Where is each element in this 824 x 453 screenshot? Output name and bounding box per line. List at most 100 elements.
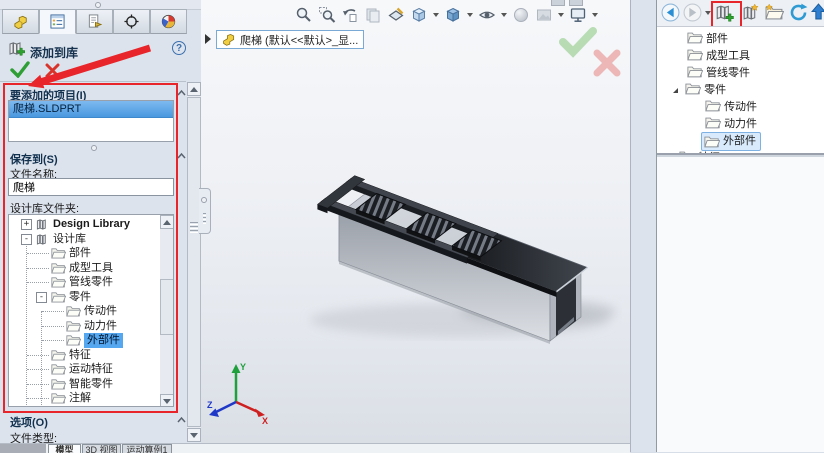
tree-label[interactable]: 传动件 xyxy=(724,101,757,113)
expander-icon[interactable]: - xyxy=(36,292,47,303)
dropdown-caret-icon[interactable] xyxy=(705,11,711,15)
edit-appearance-icon[interactable] xyxy=(512,6,530,24)
expanded-arrow-icon[interactable] xyxy=(673,88,678,93)
dropdown-caret-icon[interactable] xyxy=(467,13,473,17)
refresh-icon[interactable] xyxy=(789,3,808,25)
tree-row[interactable]: 注解 xyxy=(9,391,167,406)
previous-view-icon[interactable] xyxy=(341,6,359,24)
displaymanager-tab[interactable] xyxy=(150,9,187,34)
help-icon[interactable]: ? xyxy=(172,41,186,55)
flyout-expand-icon[interactable] xyxy=(205,34,211,44)
tree-label[interactable]: 部件 xyxy=(706,33,728,45)
tree-label[interactable]: 注解 xyxy=(69,391,91,406)
tree-label[interactable]: 智能零件 xyxy=(69,377,113,392)
dropdown-caret-icon[interactable] xyxy=(501,13,507,17)
window-close-button[interactable] xyxy=(569,0,583,6)
tree-row[interactable]: 成型工具 xyxy=(687,48,750,65)
configurationmanager-tab[interactable] xyxy=(76,9,113,34)
graphics-viewport[interactable]: 爬梯 (默认<<默认>_显... xyxy=(201,0,630,443)
configuration-icon xyxy=(87,14,102,29)
part-icon xyxy=(222,33,236,46)
add-to-library-button[interactable] xyxy=(715,3,735,26)
tree-label[interactable]: 成型工具 xyxy=(69,261,113,276)
dropdown-caret-icon[interactable] xyxy=(558,13,564,17)
featuremanager-tab[interactable] xyxy=(2,9,39,34)
tree-row[interactable]: - 零件 xyxy=(9,290,167,305)
forward-icon[interactable] xyxy=(683,3,702,25)
tree-row-selected[interactable]: 外部件 xyxy=(9,333,167,348)
folder-icon xyxy=(687,31,703,44)
tree-row[interactable]: 成型工具 xyxy=(9,261,167,276)
design-library-tree[interactable]: 部件 成型工具 管线零件 零件 传动件 动力件 外部件 xyxy=(657,29,824,154)
tree-row[interactable]: 运动特征 xyxy=(9,362,167,377)
view-settings-icon[interactable] xyxy=(569,6,587,24)
tree-row[interactable]: + Design Library xyxy=(9,217,167,232)
tree-row[interactable]: 管线零件 xyxy=(687,65,750,82)
tree-row[interactable]: 传动件 xyxy=(705,99,757,116)
tree-label[interactable]: 成型工具 xyxy=(706,50,750,62)
items-listbox[interactable]: 爬梯.SLDPRT xyxy=(8,100,174,142)
tree-label[interactable]: 设计库 xyxy=(53,232,86,247)
collapse-chevron-icon[interactable] xyxy=(177,89,185,97)
expander-icon[interactable]: - xyxy=(21,234,32,245)
propertymanager-tab[interactable] xyxy=(39,9,76,34)
tree-label[interactable]: 零件 xyxy=(704,84,726,96)
tree-label[interactable]: 零件 xyxy=(69,290,91,305)
tree-label[interactable]: Design Library xyxy=(53,217,130,232)
tree-row[interactable]: 动力件 xyxy=(705,116,757,133)
tree-row[interactable]: 特征 xyxy=(9,348,167,363)
tree-label[interactable]: 动力件 xyxy=(84,319,117,334)
tree-label[interactable]: 外部件 xyxy=(84,333,123,348)
back-icon[interactable] xyxy=(661,3,680,25)
collapse-chevron-icon[interactable] xyxy=(177,152,185,160)
tree-row[interactable]: 传动件 xyxy=(9,304,167,319)
tree-label[interactable]: 管线零件 xyxy=(69,275,113,290)
tree-row[interactable]: 零件 xyxy=(673,82,726,99)
add-file-location-icon[interactable] xyxy=(741,3,760,25)
dropdown-caret-icon[interactable] xyxy=(592,13,598,17)
pages-icon[interactable] xyxy=(364,6,382,24)
tree-row[interactable]: 管线零件 xyxy=(9,275,167,290)
tree-row[interactable]: 智能零件 xyxy=(9,377,167,392)
panel-scrollbar[interactable] xyxy=(187,82,201,442)
zoom-to-fit-icon[interactable] xyxy=(295,6,313,24)
window-restore-button[interactable] xyxy=(551,0,565,6)
model-3d-ladder-part[interactable] xyxy=(290,120,622,356)
view-orientation-icon[interactable] xyxy=(410,6,428,24)
section-view-icon[interactable] xyxy=(387,6,405,24)
tree-label[interactable]: 传动件 xyxy=(84,304,117,319)
folder-icon xyxy=(685,82,701,95)
tree-row[interactable]: 部件 xyxy=(687,31,728,48)
file-name-input[interactable] xyxy=(8,178,174,196)
move-up-icon[interactable] xyxy=(811,3,824,23)
display-style-icon[interactable] xyxy=(444,6,462,24)
tree-row-selected[interactable]: 外部件 xyxy=(701,132,761,149)
flyout-featuremanager[interactable]: 爬梯 (默认<<默认>_显... xyxy=(216,30,364,49)
create-new-folder-icon[interactable] xyxy=(765,4,784,23)
zoom-to-area-icon[interactable] xyxy=(318,6,336,24)
tree-label[interactable]: 外部件 xyxy=(723,133,756,150)
collapse-chevron-icon[interactable] xyxy=(177,416,185,424)
expander-icon[interactable]: + xyxy=(21,219,32,230)
tree-label[interactable]: 动力件 xyxy=(724,118,757,130)
tree-label[interactable]: 管线零件 xyxy=(706,67,750,79)
apply-scene-icon[interactable] xyxy=(535,6,553,24)
options-group-header[interactable]: 选项(O) xyxy=(10,414,48,430)
tree-row[interactable]: 部件 xyxy=(9,246,167,261)
dimxpert-tab[interactable] xyxy=(113,9,150,34)
tree-scrollbar[interactable] xyxy=(160,215,174,407)
tree-label[interactable]: 部件 xyxy=(69,246,91,261)
group-splitter-dot[interactable] xyxy=(91,145,97,151)
library-folder-tree[interactable]: + Design Library - 设计库 部件 成型工具 管线零件 - 零 xyxy=(8,214,174,407)
splitter-dot xyxy=(95,2,101,8)
tree-label[interactable]: 特征 xyxy=(69,348,91,363)
tree-row[interactable]: - 设计库 xyxy=(9,232,167,247)
tree-label[interactable]: 运动特征 xyxy=(69,362,113,377)
save-group-header[interactable]: 保存到(S) xyxy=(10,151,58,167)
tree-row[interactable]: 动力件 xyxy=(9,319,167,334)
panel-splitter-handle[interactable] xyxy=(199,188,211,234)
ghost-x-icon[interactable] xyxy=(592,48,622,78)
list-item-selected[interactable]: 爬梯.SLDPRT xyxy=(9,101,173,118)
dropdown-caret-icon[interactable] xyxy=(433,13,439,17)
hide-show-items-icon[interactable] xyxy=(478,6,496,24)
